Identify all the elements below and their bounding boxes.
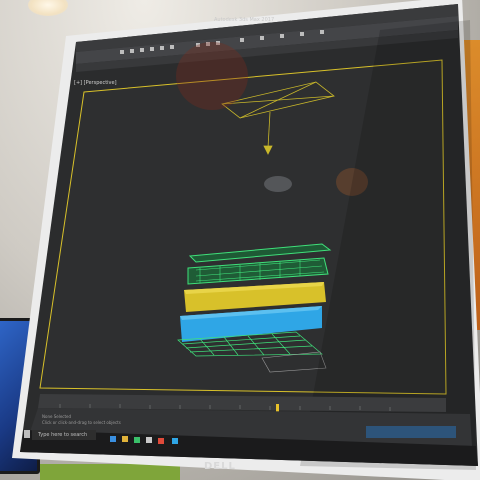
start-icon[interactable] — [24, 430, 30, 438]
status-selection: None Selected — [42, 414, 72, 419]
screen-glare — [264, 176, 292, 192]
monitor-svg — [12, 0, 480, 480]
window-title: Autodesk 3ds Max 2017 — [214, 17, 275, 23]
anim-controls[interactable] — [366, 426, 456, 438]
reflection-red — [176, 42, 248, 110]
monitor — [0, 0, 480, 480]
viewport-label[interactable]: [+] [Perspective] — [74, 80, 117, 86]
monitor-brand-logo: DELL — [204, 461, 236, 472]
time-slider-handle[interactable] — [276, 404, 279, 412]
status-prompt: Click or click-and-drag to select object… — [42, 420, 121, 425]
taskbar-search-input[interactable]: Type here to search — [32, 430, 96, 440]
